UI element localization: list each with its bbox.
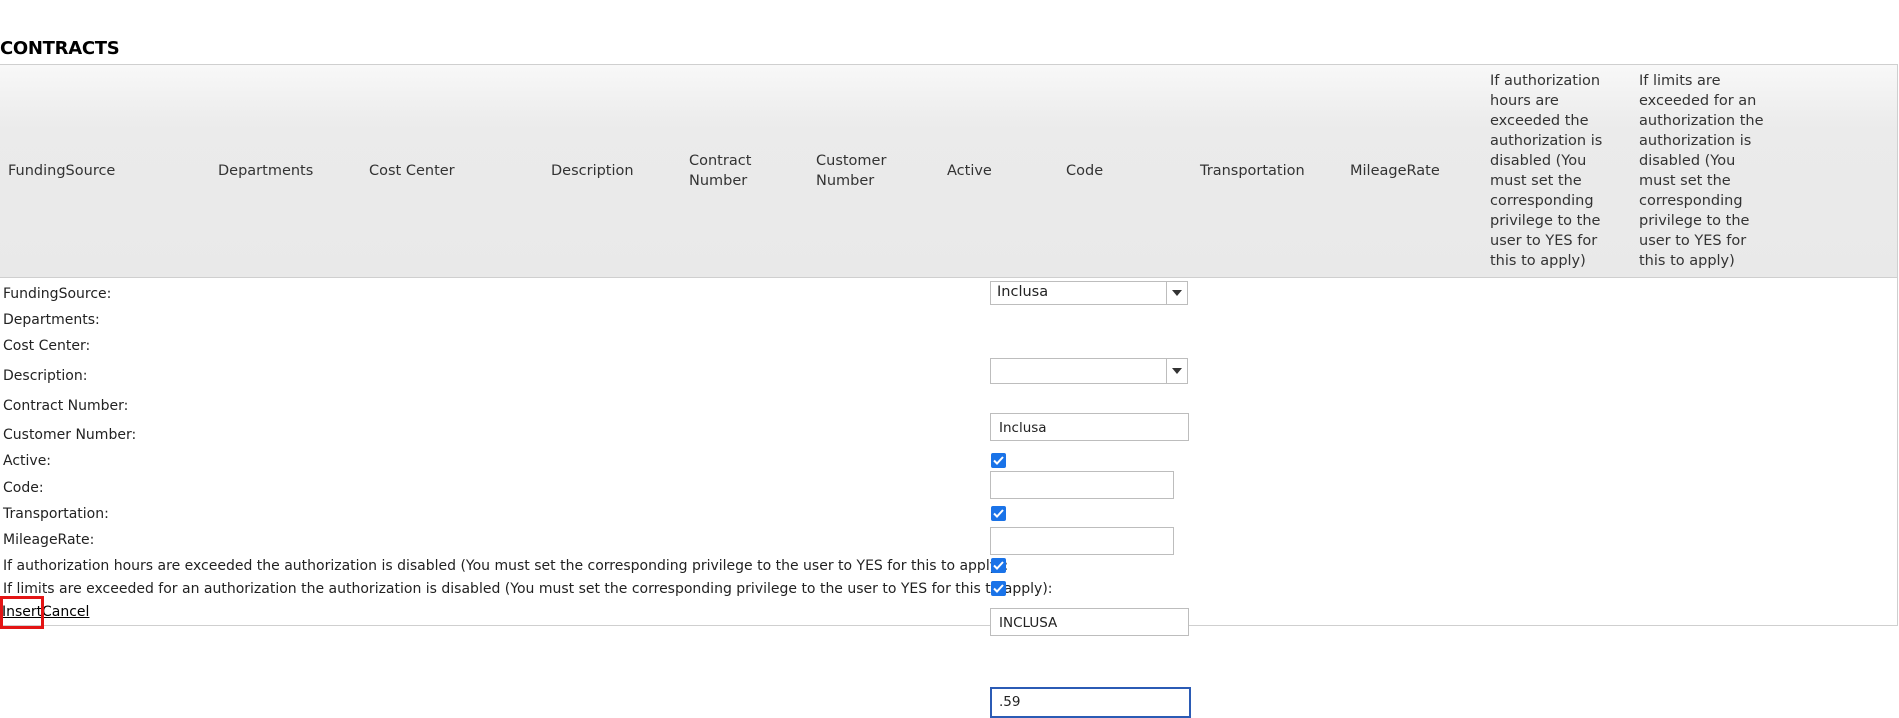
funding-source-value: Inclusa	[997, 284, 1049, 300]
label-funding-source: FundingSource:	[3, 286, 112, 302]
auth-hours-checkbox[interactable]	[991, 558, 1006, 573]
column-header-cost-center[interactable]: Cost Center	[369, 65, 455, 277]
label-transportation: Transportation:	[3, 506, 109, 522]
contracts-grid: FundingSource Departments Cost Center De…	[0, 64, 1898, 626]
code-input[interactable]: INCLUSA	[990, 608, 1189, 636]
active-checkbox[interactable]	[991, 453, 1006, 468]
cost-center-dropdown[interactable]	[990, 358, 1188, 384]
column-header-departments[interactable]: Departments	[218, 65, 313, 277]
cancel-link[interactable]: Cancel	[42, 604, 89, 620]
page-title: CONTRACTS	[0, 38, 120, 59]
checkmark-icon	[993, 509, 1004, 518]
transportation-checkbox[interactable]	[991, 506, 1006, 521]
label-contract-number: Contract Number:	[3, 398, 129, 414]
customer-number-input[interactable]	[990, 527, 1174, 555]
column-header-customer-number[interactable]: Customer Number	[816, 65, 896, 277]
label-departments: Departments:	[3, 312, 100, 328]
label-active: Active:	[3, 453, 52, 469]
label-description: Description:	[3, 368, 88, 384]
checkmark-icon	[993, 561, 1004, 570]
column-header-mileage-rate[interactable]: MileageRate	[1350, 65, 1440, 277]
column-header-description[interactable]: Description	[551, 65, 634, 277]
label-limits: If limits are exceeded for an authorizat…	[3, 581, 1053, 597]
column-header-active[interactable]: Active	[947, 65, 992, 277]
column-header-limits[interactable]: If limits are exceeded for an authorizat…	[1639, 65, 1771, 277]
column-header-code[interactable]: Code	[1066, 65, 1103, 277]
chevron-down-icon[interactable]	[1166, 282, 1187, 304]
label-code: Code:	[3, 480, 44, 496]
column-header-contract-number[interactable]: Contract Number	[689, 65, 769, 277]
insert-highlight-box	[0, 596, 44, 629]
checkmark-icon	[993, 456, 1004, 465]
label-mileage-rate: MileageRate:	[3, 532, 95, 548]
column-header-auth-hours[interactable]: If authorization hours are exceeded the …	[1490, 65, 1625, 277]
mileage-rate-value: .59	[999, 694, 1021, 710]
code-value: INCLUSA	[999, 615, 1058, 631]
limits-checkbox[interactable]	[991, 581, 1006, 596]
contract-number-input[interactable]	[990, 471, 1174, 499]
column-header-funding-source[interactable]: FundingSource	[8, 65, 115, 277]
funding-source-dropdown[interactable]: Inclusa	[990, 281, 1188, 305]
description-value: Inclusa	[999, 420, 1047, 436]
label-cost-center: Cost Center:	[3, 338, 91, 354]
label-customer-number: Customer Number:	[3, 427, 137, 443]
chevron-down-icon[interactable]	[1166, 359, 1187, 383]
mileage-rate-input[interactable]: .59	[990, 687, 1191, 718]
label-auth-hours: If authorization hours are exceeded the …	[3, 558, 1009, 574]
grid-header: FundingSource Departments Cost Center De…	[0, 65, 1897, 278]
column-header-transportation[interactable]: Transportation	[1200, 65, 1305, 277]
description-input[interactable]: Inclusa	[990, 413, 1189, 441]
checkmark-icon	[993, 584, 1004, 593]
